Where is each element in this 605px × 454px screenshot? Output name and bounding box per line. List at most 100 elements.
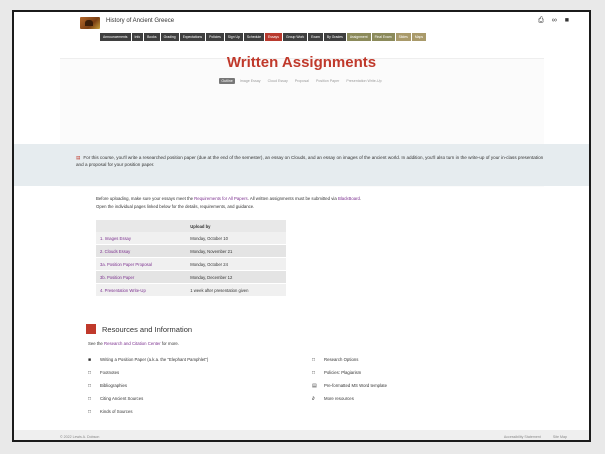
nav-item-group-work[interactable]: Group Work [282, 33, 308, 41]
requirements-link[interactable]: Requirements for All Papers [194, 196, 248, 201]
book-open-icon: □ [88, 370, 92, 376]
nav-item-books[interactable]: Books [144, 33, 160, 41]
nav-item-essays[interactable]: Essays [265, 33, 282, 41]
resources-sub-post: for more. [160, 341, 180, 346]
browser-frame: History of Ancient Greece ⎙ ∞ ■ Announce… [12, 10, 591, 442]
printer-icon[interactable]: ⎙ [538, 17, 544, 25]
subtab-image-essay[interactable]: Image Essay [238, 78, 263, 84]
copyright: © 2022 Lewis A. Dobson [60, 435, 100, 439]
assignment-due-date: Monday, October 24 [186, 257, 286, 271]
assignment-link[interactable]: 4. Presentation Write-Up [96, 283, 187, 297]
sitemap-link[interactable]: Site Map [553, 435, 567, 439]
nav-item-schedule[interactable]: Schedule [243, 33, 265, 41]
resources-subtext: See the Research and Citation Center for… [88, 341, 179, 346]
site-title[interactable]: History of Ancient Greece [106, 18, 174, 24]
resources-list-left: ■ Writing a Position Paper (a.k.a. the "E… [88, 357, 208, 422]
site-header: History of Ancient Greece ⎙ ∞ ■ Announce… [14, 12, 589, 48]
notice-text: ▤ For this course, you'll write a researc… [76, 154, 546, 168]
assignment-due-date: Monday, October 10 [186, 232, 286, 245]
nav-item-slides[interactable]: Slides [395, 33, 411, 41]
nav-item-by-grades[interactable]: By Grades [323, 33, 346, 41]
resource-label[interactable]: More resources [324, 396, 354, 401]
assignment-due-date: Monday, November 21 [186, 244, 286, 258]
table-row: 3b. Position Paper Monday, December 12 [96, 270, 286, 284]
main-nav: Announcements Info Books Grading Expectation… [100, 33, 427, 41]
nav-item-policies[interactable]: Policies [206, 33, 224, 41]
nav-item-maps[interactable]: Maps [411, 33, 427, 41]
resource-item[interactable]: □ Policies: Plagiarism [312, 370, 387, 383]
subtab-cloud-essay[interactable]: Cloud Essay [266, 78, 290, 84]
nav-item-info[interactable]: Info [131, 33, 144, 41]
calendar-icon: ▤ [76, 155, 81, 160]
table-row: 2. Clouds Essay Monday, November 21 [96, 244, 286, 258]
footer-links: Accessibility Statement Site Map [504, 435, 567, 439]
table-row: 1. Images Essay Monday, October 10 [96, 232, 286, 245]
book-open-icon: □ [88, 396, 92, 402]
intro-line-1: Before uploading, make sure your essays … [96, 195, 361, 203]
resource-label[interactable]: Kinds of Sources [100, 409, 132, 414]
page-footer: © 2022 Lewis A. Dobson Accessibility Sta… [14, 430, 589, 440]
nav-item-sign-up[interactable]: Sign Up [224, 33, 243, 41]
menu-icon[interactable]: ■ [565, 17, 569, 25]
intro-text-3: . [359, 196, 362, 201]
table-row: 3a. Position Paper Proposal Monday, Octob… [96, 257, 286, 271]
intro-text-1: Before uploading, make sure your essays … [96, 196, 195, 201]
nav-item-assignment[interactable]: Assignment [346, 33, 371, 41]
subtab-bar: Outline Image Essay Cloud Essay Proposal Pos… [14, 78, 589, 84]
resource-item[interactable]: ■ Writing a Position Paper (a.k.a. the "E… [88, 357, 208, 370]
nav-item-exam[interactable]: Exam [308, 33, 323, 41]
nav-item-announcements[interactable]: Announcements [100, 33, 131, 41]
resource-item[interactable]: □ Footnotes [88, 370, 208, 383]
resource-label[interactable]: Bibliographies [100, 383, 127, 388]
resource-item[interactable]: □ Research Options [312, 357, 387, 370]
table-header-empty [96, 220, 187, 232]
research-center-link[interactable]: Research and Citation Center [104, 341, 161, 346]
table-row: 4. Presentation Write-Up 1 week after pre… [96, 283, 286, 297]
book-open-icon: □ [88, 383, 92, 389]
nav-item-expectations[interactable]: Expectations [179, 33, 206, 41]
resources-heading: Resources and Information [86, 324, 192, 334]
book-icon: ■ [88, 357, 92, 363]
book-open-icon: □ [312, 370, 316, 376]
resource-item[interactable]: □ Bibliographies [88, 383, 208, 396]
assignment-due-date: 1 week after presentation given [186, 283, 286, 297]
assignments-table: Upload by 1. Images Essay Monday, October… [96, 220, 286, 297]
resource-label[interactable]: Research Options [324, 357, 358, 362]
header-tools: ⎙ ∞ ■ [538, 17, 569, 25]
subtab-position-paper[interactable]: Position Paper [314, 78, 341, 84]
site-logo[interactable] [80, 17, 100, 29]
intro-text: Before uploading, make sure your essays … [96, 195, 361, 210]
book-open-icon: □ [88, 409, 92, 415]
nav-item-final-exam[interactable]: Final Exam [371, 33, 395, 41]
table-header-upload: Upload by [186, 220, 286, 232]
nav-item-grading[interactable]: Grading [160, 33, 179, 41]
subtab-outline[interactable]: Outline [219, 78, 235, 84]
file-icon: ▤ [312, 383, 317, 389]
square-icon [86, 324, 96, 334]
resource-label[interactable]: Pre-formatted MS Word template [324, 383, 387, 388]
resource-label[interactable]: Writing a Position Paper (a.k.a. the "El… [100, 357, 208, 362]
resource-item[interactable]: □ Citing Ancient Sources [88, 396, 208, 409]
subtab-proposal[interactable]: Proposal [293, 78, 311, 84]
subtab-presentation-write-up[interactable]: Presentation Write-Up [344, 78, 383, 84]
assignment-link[interactable]: 3b. Position Paper [96, 270, 187, 284]
resource-item[interactable]: ▤ Pre-formatted MS Word template [312, 383, 387, 396]
resource-label[interactable]: Policies: Plagiarism [324, 370, 361, 375]
page-title: Written Assignments [226, 54, 377, 71]
resources-sub-pre: See the [88, 341, 105, 346]
resource-item[interactable]: ∂ More resources [312, 396, 387, 409]
resource-label[interactable]: Citing Ancient Sources [100, 396, 143, 401]
accessibility-link[interactable]: Accessibility Statement [504, 435, 541, 439]
intro-line-2: Open the individual pages linked below f… [96, 203, 255, 209]
resource-item[interactable]: □ Kinds of Sources [88, 409, 208, 422]
assignment-due-date: Monday, December 12 [186, 270, 286, 284]
assignment-link[interactable]: 2. Clouds Essay [96, 244, 187, 258]
assignment-link[interactable]: 1. Images Essay [96, 232, 187, 245]
assignment-link[interactable]: 3a. Position Paper Proposal [96, 257, 187, 271]
resource-label[interactable]: Footnotes [100, 370, 119, 375]
resources-title: Resources and Information [102, 324, 193, 334]
book-open-icon: □ [312, 357, 316, 363]
blackboard-link[interactable]: BlackBoard [338, 196, 360, 201]
link-icon[interactable]: ∞ [552, 17, 557, 25]
notice-body: For this course, you'll write a research… [76, 155, 544, 167]
